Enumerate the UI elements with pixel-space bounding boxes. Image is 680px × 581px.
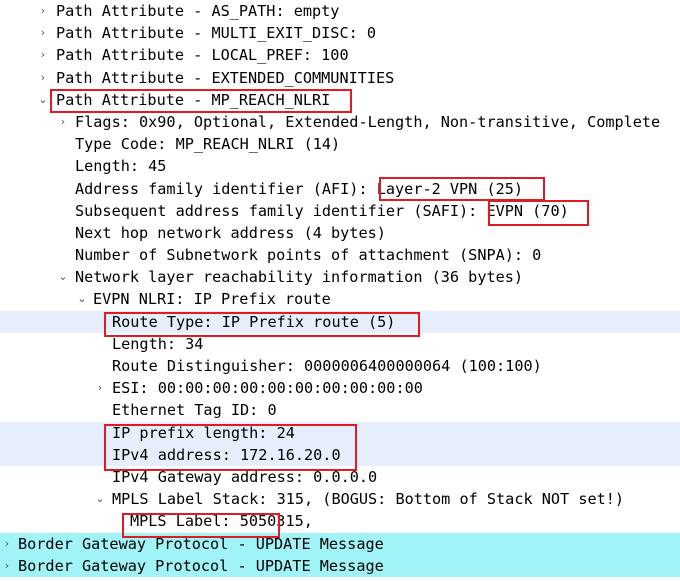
tree-row-label: Path Attribute - AS_PATH: empty (56, 2, 340, 20)
tree-row-label: Number of Subnetwork points of attachmen… (75, 246, 542, 265)
tree-row-esi[interactable]: › ESI: 00:00:00:00:00:00:00:00:00:00 (0, 377, 680, 399)
chevron-right-icon[interactable]: › (36, 44, 50, 66)
tree-row-label: ESI: 00:00:00:00:00:00:00:00:00:00 (112, 379, 423, 398)
chevron-right-icon[interactable]: › (56, 111, 70, 133)
tree-row-bgp-update-1[interactable]: › Border Gateway Protocol - UPDATE Messa… (0, 532, 680, 555)
tree-row-type-code[interactable]: Type Code: MP_REACH_NLRI (14) (0, 133, 680, 155)
tree-row-safi[interactable]: Subsequent address family identifier (SA… (0, 200, 680, 222)
tree-row-length[interactable]: Length: 45 (0, 155, 680, 177)
tree-row-label: Length: 45 (75, 157, 167, 176)
tree-row-label: Subsequent address family identifier (SA… (75, 201, 569, 220)
tree-row-local-pref[interactable]: › Path Attribute - LOCAL_PREF: 100 (0, 44, 680, 66)
tree-row-route-distinguisher[interactable]: Route Distinguisher: 0000006400000064 (1… (0, 355, 680, 377)
chevron-right-icon[interactable]: › (36, 22, 50, 44)
tree-row-label: Path Attribute - LOCAL_PREF: 100 (56, 46, 349, 65)
tree-row-mpls-label[interactable]: MPLS Label: 5050315, (0, 510, 680, 532)
tree-row-label: Type Code: MP_REACH_NLRI (14) (75, 135, 341, 154)
tree-row-label: IPv4 address: 172.16.20.0 (112, 445, 341, 464)
tree-row-label: Next hop network address (4 bytes) (75, 223, 386, 242)
tree-row-nlri-length[interactable]: Length: 34 (0, 333, 680, 355)
tree-row-label: Path Attribute - MP_REACH_NLRI (56, 90, 331, 109)
tree-row-afi[interactable]: Address family identifier (AFI): Layer-2… (0, 178, 680, 200)
tree-row-label: Border Gateway Protocol - UPDATE Message (18, 534, 384, 553)
tree-row-bgp-update-2[interactable]: › Border Gateway Protocol - UPDATE Messa… (0, 554, 680, 577)
tree-row-label: Border Gateway Protocol - UPDATE Message (18, 556, 384, 575)
packet-details-tree: › Path Attribute - AS_PATH: empty › Path… (0, 0, 680, 577)
tree-row-extended-communities[interactable]: › Path Attribute - EXTENDED_COMMUNITIES (0, 67, 680, 89)
tree-row-ip-prefix-length[interactable]: IP prefix length: 24 (0, 421, 680, 444)
tree-row-ethernet-tag[interactable]: Ethernet Tag ID: 0 (0, 399, 680, 421)
chevron-right-icon[interactable]: › (93, 377, 107, 399)
tree-row-as-path[interactable]: › Path Attribute - AS_PATH: empty (0, 0, 680, 22)
tree-row-mpls-label-stack[interactable]: ⌄ MPLS Label Stack: 315, (BOGUS: Bottom … (0, 488, 680, 510)
tree-row-ipv4-gateway[interactable]: IPv4 Gateway address: 0.0.0.0 (0, 466, 680, 488)
chevron-right-icon[interactable]: › (36, 0, 50, 22)
tree-row-label: Network layer reachability information (… (75, 268, 524, 287)
tree-row-label: Address family identifier (AFI): Layer-2… (75, 179, 524, 198)
tree-row-label: EVPN NLRI: IP Prefix route (93, 290, 331, 309)
tree-row-label: Flags: 0x90, Optional, Extended-Length, … (75, 112, 661, 131)
tree-row-label: Length: 34 (112, 334, 204, 353)
tree-row-route-type[interactable]: Route Type: IP Prefix route (5) (0, 310, 680, 333)
chevron-down-icon[interactable]: ⌄ (36, 89, 50, 111)
tree-row-evpn-nlri[interactable]: ⌄ EVPN NLRI: IP Prefix route (0, 288, 680, 310)
tree-row-mp-reach-nlri[interactable]: ⌄ Path Attribute - MP_REACH_NLRI (0, 89, 680, 111)
tree-row-label: Ethernet Tag ID: 0 (112, 401, 277, 420)
tree-row-label: MPLS Label Stack: 315, (BOGUS: Bottom of… (112, 490, 625, 509)
tree-row-label: MPLS Label: 5050315, (130, 512, 313, 531)
tree-row-label: IP prefix length: 24 (112, 423, 295, 442)
tree-row-label: Path Attribute - MULTI_EXIT_DISC: 0 (56, 24, 377, 43)
tree-row-label: IPv4 Gateway address: 0.0.0.0 (112, 467, 378, 486)
chevron-down-icon[interactable]: ⌄ (93, 488, 107, 510)
tree-row-label: Path Attribute - EXTENDED_COMMUNITIES (56, 68, 395, 87)
tree-row-flags[interactable]: › Flags: 0x90, Optional, Extended-Length… (0, 111, 680, 133)
tree-row-label: Route Type: IP Prefix route (5) (112, 312, 396, 331)
chevron-right-icon[interactable]: › (0, 533, 14, 555)
tree-row-label: Route Distinguisher: 0000006400000064 (1… (112, 357, 542, 375)
tree-row-nlri[interactable]: ⌄ Network layer reachability information… (0, 266, 680, 288)
tree-row-ipv4-address[interactable]: IPv4 address: 172.16.20.0 (0, 443, 680, 466)
tree-row-snpa[interactable]: Number of Subnetwork points of attachmen… (0, 244, 680, 266)
chevron-down-icon[interactable]: ⌄ (75, 288, 89, 310)
chevron-down-icon[interactable]: ⌄ (56, 266, 70, 288)
tree-row-multi-exit-disc[interactable]: › Path Attribute - MULTI_EXIT_DISC: 0 (0, 22, 680, 44)
chevron-right-icon[interactable]: › (0, 555, 14, 577)
chevron-right-icon[interactable]: › (36, 67, 50, 89)
tree-row-next-hop[interactable]: Next hop network address (4 bytes) (0, 222, 680, 244)
